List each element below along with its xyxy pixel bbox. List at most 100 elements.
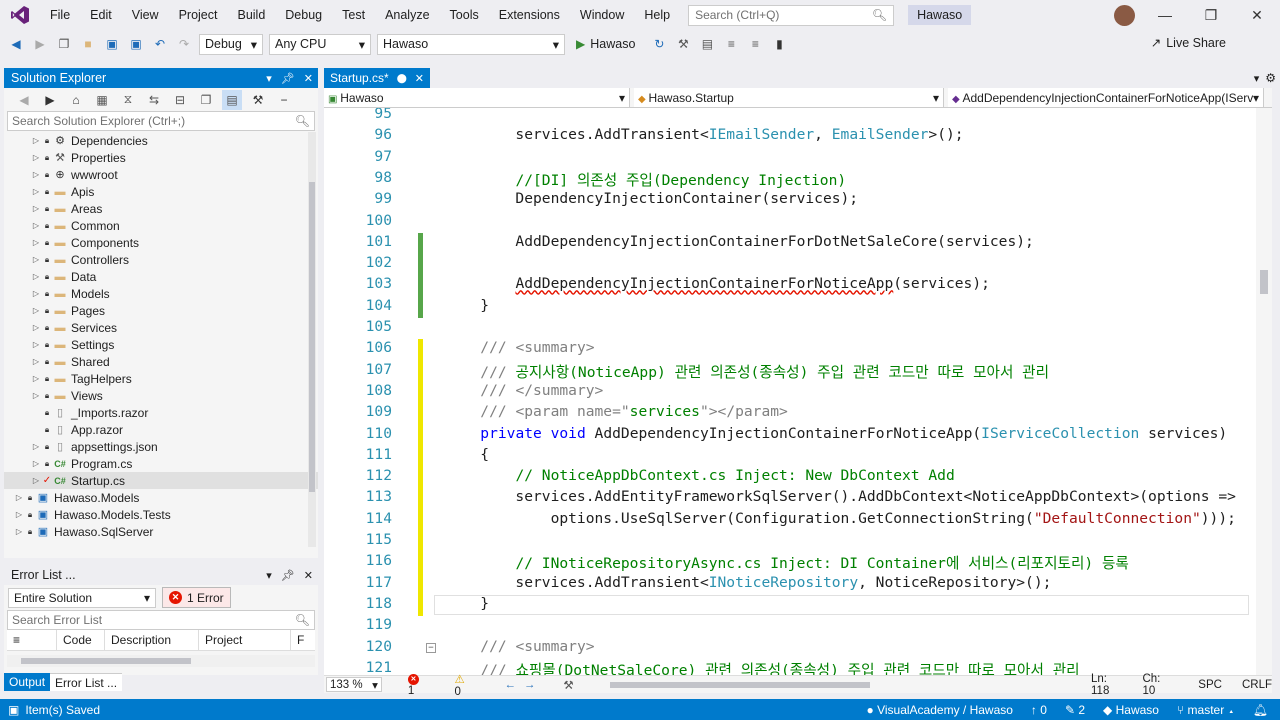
line-ending[interactable]: CRLF <box>1242 679 1272 691</box>
expand-arrow-icon[interactable]: ▷ <box>30 459 42 468</box>
forward-icon[interactable]: ▶ <box>40 90 60 110</box>
indent-icon[interactable]: ≡ <box>721 34 741 54</box>
home-icon[interactable]: ⌂ <box>66 90 86 110</box>
redo-icon[interactable]: ↷ <box>174 34 194 54</box>
menu-analyze[interactable]: Analyze <box>375 0 439 30</box>
vertical-scrollbar[interactable] <box>308 132 316 547</box>
nav-back-icon[interactable]: ← <box>504 679 516 691</box>
solution-search-input[interactable]: Search Solution Explorer (Ctrl+;) 🔍︎ <box>7 111 315 131</box>
nav-member-select[interactable]: ◆ AddDependencyInjectionContainerForNoti… <box>948 88 1264 107</box>
nav-project-select[interactable]: ▣ Hawaso ▾ <box>324 88 630 107</box>
tree-item[interactable]: ▷ 🔒︎ ▣ Hawaso.Models.Tests <box>4 506 318 523</box>
expand-arrow-icon[interactable]: ▷ <box>30 136 42 145</box>
scrollbar-thumb[interactable] <box>609 681 870 688</box>
bookmark-icon[interactable]: ▮ <box>769 34 789 54</box>
live-share-button[interactable]: ↗ Live Share <box>1151 35 1226 51</box>
notifications-icon[interactable]: 🔔︎ <box>1253 703 1268 717</box>
column-description[interactable]: Description <box>105 629 199 651</box>
menu-project[interactable]: Project <box>169 0 228 30</box>
expand-arrow-icon[interactable]: ▷ <box>30 238 42 247</box>
expand-arrow-icon[interactable]: ▷ <box>30 170 42 179</box>
forward-icon[interactable]: ▶ <box>30 34 50 54</box>
minimize-icon[interactable]: — <box>1142 0 1188 30</box>
config-select[interactable]: Debug ▾ <box>199 33 263 55</box>
open-folder-icon[interactable]: ■ <box>78 34 98 54</box>
warnings-indicator[interactable]: ⚠ 0 <box>455 672 475 698</box>
switch-views-icon[interactable]: ▦ <box>92 90 112 110</box>
menu-view[interactable]: View <box>122 0 169 30</box>
nav-class-select[interactable]: ◆ Hawaso.Startup ▾ <box>634 88 944 107</box>
sync-icon[interactable]: ⇆ <box>144 90 164 110</box>
startup-project-select[interactable]: Hawaso ▾ <box>377 33 565 55</box>
expand-arrow-icon[interactable]: ▷ <box>13 510 25 519</box>
whitespace-mode[interactable]: SPC <box>1198 679 1222 691</box>
code-editor[interactable]: 95 96 services.AddTransient<IEmailSender,… <box>324 108 1256 675</box>
branch-indicator[interactable]: ⑂ master ▴ <box>1177 703 1235 717</box>
menu-build[interactable]: Build <box>227 0 275 30</box>
tab-error-list[interactable]: Error List ... <box>50 673 123 691</box>
tree-item[interactable]: ▷ 🔒︎ ▬ Areas <box>4 200 318 217</box>
save-icon[interactable]: ▣ <box>102 34 122 54</box>
properties-icon[interactable]: ⚒ <box>248 90 268 110</box>
expand-arrow-icon[interactable]: ▷ <box>13 527 25 536</box>
expand-arrow-icon[interactable]: ▷ <box>30 153 42 162</box>
project-indicator[interactable]: ◆ Hawaso <box>1103 703 1159 717</box>
tree-item[interactable]: ▷ 🔒︎ ▬ Components <box>4 234 318 251</box>
expand-arrow-icon[interactable]: ▷ <box>30 374 42 383</box>
tree-item[interactable]: ▷ 🔒︎ C# Program.cs <box>4 455 318 472</box>
avatar[interactable] <box>1114 5 1135 26</box>
expand-arrow-icon[interactable]: ▷ <box>30 306 42 315</box>
expand-arrow-icon[interactable]: ▷ <box>30 476 42 485</box>
column-filter-icon[interactable]: ≡ <box>7 629 57 651</box>
menu-file[interactable]: File <box>40 0 80 30</box>
expand-arrow-icon[interactable]: ▷ <box>30 340 42 349</box>
errors-indicator[interactable]: ✕ 1 <box>407 672 429 697</box>
repo-indicator[interactable]: ● VisualAcademy / Hawaso <box>866 703 1012 717</box>
tree-item[interactable]: ▷ 🔒︎ ▬ Pages <box>4 302 318 319</box>
scrollbar-thumb[interactable] <box>1260 270 1268 294</box>
close-icon[interactable]: ✕ <box>304 72 313 85</box>
pin-icon[interactable]: 📌︎ <box>281 569 295 582</box>
dropdown-icon[interactable]: ▾ <box>266 72 272 85</box>
error-search-input[interactable]: Search Error List 🔍︎ <box>7 610 315 630</box>
zoom-select[interactable]: 133 % ▾ <box>326 677 382 692</box>
column-file[interactable]: F <box>291 630 313 651</box>
horizontal-scrollbar[interactable] <box>7 655 315 667</box>
tree-item[interactable]: ▷ 🔒︎ ▣ Hawaso.SqlServer <box>4 523 318 540</box>
save-all-icon[interactable]: ▣ <box>126 34 146 54</box>
push-indicator[interactable]: ↑ 0 <box>1031 703 1047 717</box>
expand-arrow-icon[interactable]: ▷ <box>30 187 42 196</box>
search-input[interactable]: Search (Ctrl+Q) 🔍︎ <box>688 4 895 26</box>
tree-item[interactable]: ▷ 🔒︎ ▬ Data <box>4 268 318 285</box>
preview-icon[interactable]: ▤ <box>222 89 242 110</box>
screenshot-icon[interactable]: ▤ <box>697 34 717 54</box>
tree-item[interactable]: ▷ 🔒︎ ⚙ Dependencies <box>4 132 318 149</box>
close-icon[interactable]: ✕ <box>304 569 313 582</box>
expand-arrow-icon[interactable]: ▷ <box>13 493 25 502</box>
pending-changes-icon[interactable]: ⧖ <box>118 90 138 110</box>
tree-item[interactable]: ▷ 🔒︎ ▬ Apis <box>4 183 318 200</box>
browser-link-icon[interactable]: ⚒ <box>673 34 693 54</box>
close-icon[interactable]: ✕ <box>1234 0 1280 30</box>
tree-item[interactable]: ▷ 🔒︎ ▬ TagHelpers <box>4 370 318 387</box>
minus-icon[interactable]: − <box>274 90 294 110</box>
tree-item[interactable]: ▷ 🔒︎ ▬ Common <box>4 217 318 234</box>
tree-item[interactable]: ▷ 🔒︎ ▬ Views <box>4 387 318 404</box>
tree-item[interactable]: ▷ 🔒︎ ⊕ wwwroot <box>4 166 318 183</box>
expand-arrow-icon[interactable]: ▷ <box>30 391 42 400</box>
new-project-icon[interactable]: ❐ <box>54 34 74 54</box>
editor-horizontal-scrollbar[interactable] <box>590 679 1069 691</box>
expand-arrow-icon[interactable]: ▷ <box>30 255 42 264</box>
menu-help[interactable]: Help <box>634 0 680 30</box>
collapse-icon[interactable]: − <box>426 642 436 653</box>
expand-arrow-icon[interactable]: ▷ <box>30 442 42 451</box>
comment-icon[interactable]: ≡ <box>745 34 765 54</box>
back-icon[interactable]: ◀ <box>6 34 26 54</box>
tree-item[interactable]: 🔒︎ ▯ App.razor <box>4 421 318 438</box>
expand-arrow-icon[interactable]: ▷ <box>30 221 42 230</box>
tree-item[interactable]: ▷ 🔒︎ ▬ Models <box>4 285 318 302</box>
menu-debug[interactable]: Debug <box>275 0 332 30</box>
tree-item[interactable]: ▷ 🔒︎ ▬ Services <box>4 319 318 336</box>
undo-icon[interactable]: ↶ <box>150 34 170 54</box>
close-icon[interactable]: ✕ <box>415 72 424 85</box>
